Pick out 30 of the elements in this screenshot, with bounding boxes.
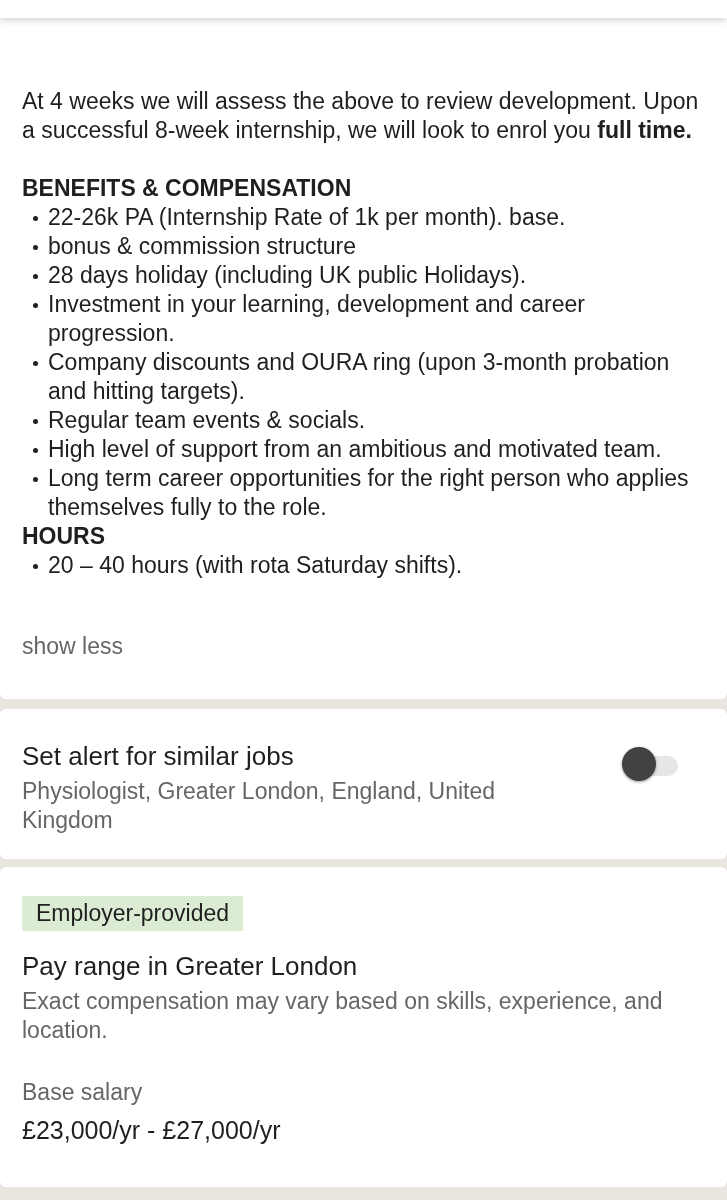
- list-item-text: 28 days holiday (including UK public Holidays).: [48, 261, 527, 290]
- salary-value: £23,000/yr - £27,000/yr: [22, 1115, 282, 1146]
- list-item-text: 22-26k PA (Internship Rate of 1k per month). base.: [48, 203, 566, 232]
- alert-toggle[interactable]: [622, 747, 678, 783]
- alert-subtitle: Physiologist, Greater London, England, United Kingdom: [22, 777, 497, 835]
- bullet-icon: [33, 361, 38, 366]
- bullet-icon: [33, 216, 38, 221]
- list-item-text: Regular team events & socials.: [48, 406, 366, 435]
- bullet-icon: [33, 419, 38, 424]
- list-item-text: Company discounts and OURA ring (upon 3-month probation and hitting targets).: [48, 348, 671, 406]
- employer-provided-badge: Employer-provided: [22, 896, 244, 931]
- section-heading: HOURS: [22, 522, 107, 551]
- section-heading: BENEFITS & COMPENSATION: [22, 174, 353, 203]
- pay-note: Exact compensation may vary based on skills, experience, and location.: [22, 987, 664, 1045]
- salary-label: Base salary: [22, 1078, 144, 1107]
- list-item-text: bonus & commission structure: [48, 232, 357, 261]
- bullet-icon: [33, 245, 38, 250]
- list-item-text: Long term career opportunities for the right person who applies themselves fully to the role.: [48, 464, 690, 522]
- list-item-text: High level of support from an ambitious and motivated team.: [48, 435, 662, 464]
- bullet-icon: [33, 303, 38, 308]
- bullet-icon: [33, 448, 38, 453]
- list-item-text: Investment in your learning, development and career progression.: [48, 290, 586, 348]
- bullet-icon: [33, 274, 38, 279]
- alert-title: Set alert for similar jobs: [22, 740, 295, 773]
- show-less-link[interactable]: show less: [22, 632, 705, 661]
- list-item-text: 20 – 40 hours (with rota Saturday shifts).: [48, 551, 463, 580]
- description-paragraph: At 4 weeks we will assess the above to review development. Upon a successful 8-week internship, we will look to enrol you full time.: [22, 87, 700, 145]
- pay-title: Pay range in Greater London: [22, 950, 359, 983]
- bullet-icon: [33, 564, 38, 569]
- bullet-icon: [33, 477, 38, 482]
